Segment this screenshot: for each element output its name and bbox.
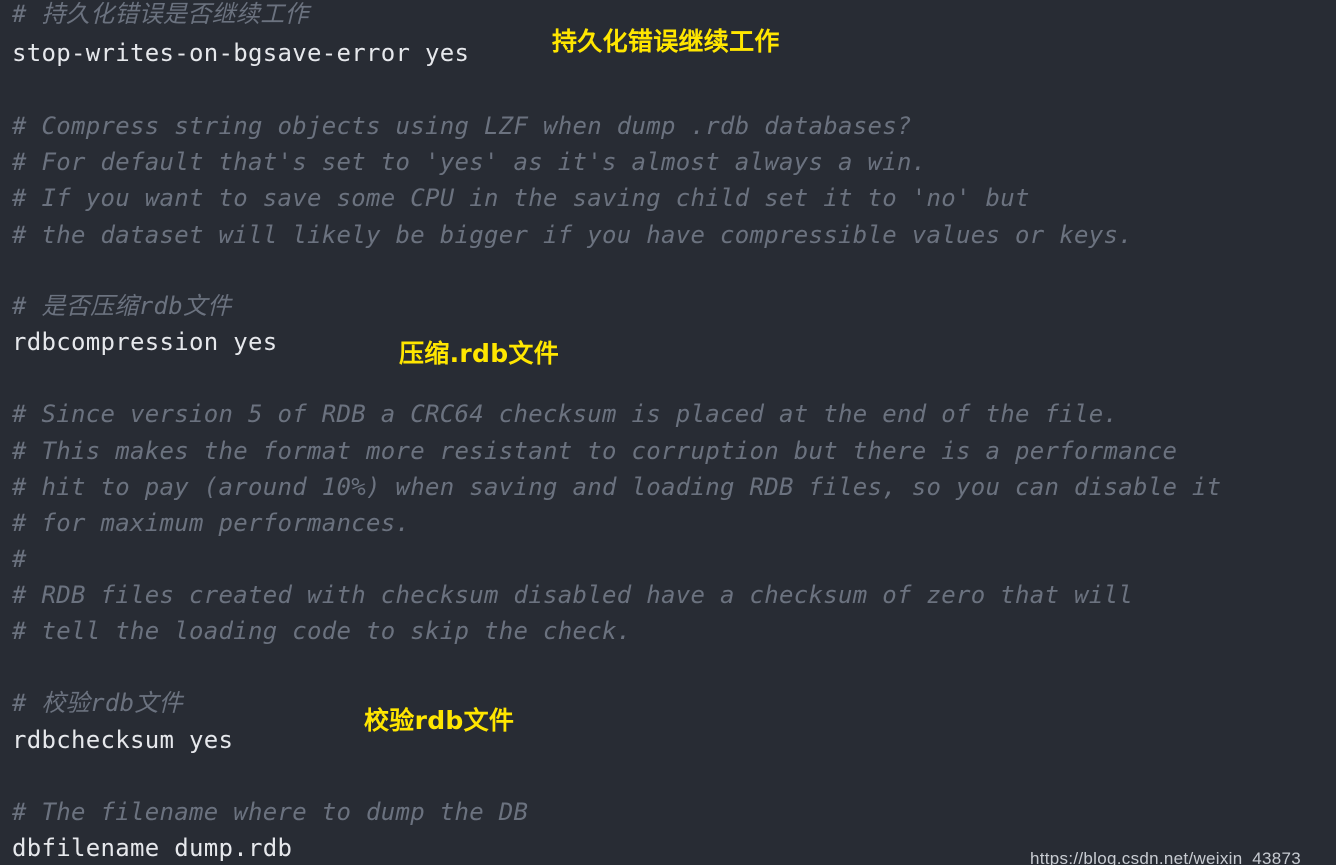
- annotation-label: 持久化错误继续工作: [552, 27, 780, 56]
- config-directive: stop-writes-on-bgsave-error yes: [12, 39, 470, 67]
- comment-line: # This makes the format more resistant t…: [12, 437, 1178, 465]
- comment-line: # If you want to save some CPU in the sa…: [12, 184, 1030, 212]
- comment-line: #: [12, 545, 27, 573]
- config-directive: rdbchecksum yes: [12, 726, 234, 754]
- config-directive: rdbcompression yes: [12, 328, 278, 356]
- comment-line: # 校验rdb文件: [12, 689, 183, 717]
- comment-line: # RDB files created with checksum disabl…: [12, 581, 1133, 609]
- comment-line: # tell the loading code to skip the chec…: [12, 617, 632, 645]
- comment-line: # 是否压缩rdb文件: [12, 292, 232, 320]
- comment-line: # 持久化错误是否继续工作: [12, 0, 309, 28]
- watermark: https://blog.csdn.net/weixin_43873: [1030, 849, 1302, 865]
- annotation-label: 压缩.rdb文件: [399, 339, 560, 368]
- config-directive: dbfilename dump.rdb: [12, 834, 293, 862]
- comment-line: # for maximum performances.: [12, 509, 411, 537]
- comment-line: # Since version 5 of RDB a CRC64 checksu…: [12, 400, 1119, 428]
- comment-line: # The filename where to dump the DB: [12, 798, 529, 826]
- comment-line: # the dataset will likely be bigger if y…: [12, 221, 1133, 249]
- comment-line: # For default that's set to 'yes' as it'…: [12, 148, 927, 176]
- comment-line: # Compress string objects using LZF when…: [12, 112, 912, 140]
- config-editor: # 持久化错误是否继续工作 stop-writes-on-bgsave-erro…: [0, 0, 1336, 865]
- comment-line: # hit to pay (around 10%) when saving an…: [12, 473, 1222, 501]
- annotation-label: 校验rdb文件: [364, 706, 515, 735]
